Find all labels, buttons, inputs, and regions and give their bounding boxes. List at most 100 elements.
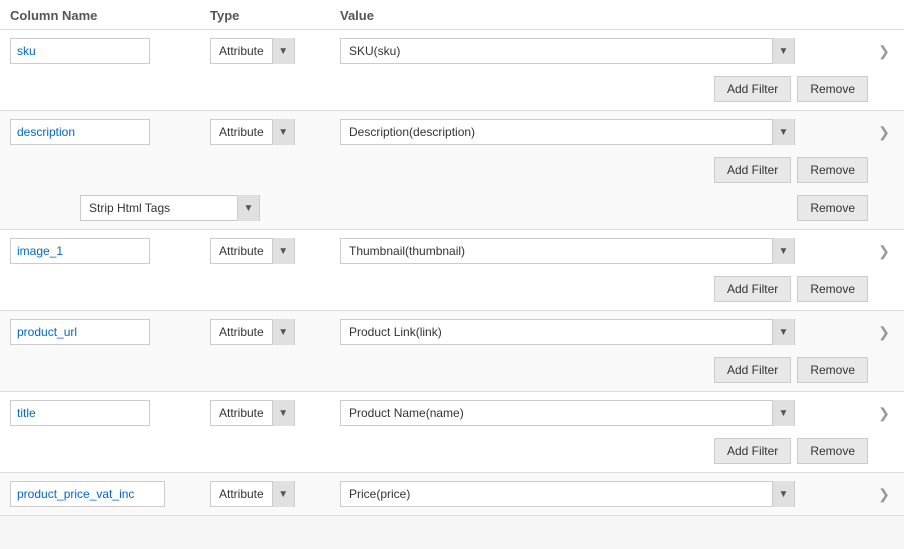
type-select-image1: Attribute ▼ bbox=[210, 238, 295, 264]
main-row-title: Attribute ▼ Product Name(name) ▼ ❯ bbox=[0, 392, 904, 434]
remove-btn-title[interactable]: Remove bbox=[797, 438, 868, 464]
action-row-image1: Add Filter Remove bbox=[0, 272, 904, 310]
value-select-product-url: Product Link(link) ▼ bbox=[340, 319, 795, 345]
row-group-title: Attribute ▼ Product Name(name) ▼ ❯ Add F… bbox=[0, 392, 904, 473]
action-row-sku: Add Filter Remove bbox=[0, 72, 904, 110]
add-filter-btn-sku[interactable]: Add Filter bbox=[714, 76, 791, 102]
sub-type-select-description: Strip Html Tags ▼ bbox=[80, 195, 260, 221]
column-name-input-sku[interactable] bbox=[10, 38, 150, 64]
value-dropdown-btn-sku[interactable]: ▼ bbox=[772, 38, 794, 64]
remove-btn-sku[interactable]: Remove bbox=[797, 76, 868, 102]
chevron-product-url: ❯ bbox=[874, 324, 894, 341]
type-label-sku: Attribute bbox=[211, 44, 272, 58]
type-dropdown-btn-sku[interactable]: ▼ bbox=[272, 38, 294, 64]
type-dropdown-btn-image1[interactable]: ▼ bbox=[272, 238, 294, 264]
value-label-sku: SKU(sku) bbox=[341, 44, 772, 58]
type-select-description: Attribute ▼ bbox=[210, 119, 295, 145]
type-dropdown-btn-description[interactable]: ▼ bbox=[272, 119, 294, 145]
col-value-image1: Thumbnail(thumbnail) ▼ bbox=[340, 238, 874, 264]
expand-icon-image1[interactable]: ❯ bbox=[878, 243, 890, 260]
sub-remove-btn-description[interactable]: Remove bbox=[797, 195, 868, 221]
main-row-description: Attribute ▼ Description(description) ▼ ❯ bbox=[0, 111, 904, 153]
expand-icon-product-url[interactable]: ❯ bbox=[878, 324, 890, 341]
action-row-description: Add Filter Remove bbox=[0, 153, 904, 191]
value-dropdown-btn-description[interactable]: ▼ bbox=[772, 119, 794, 145]
type-label-description: Attribute bbox=[211, 125, 272, 139]
chevron-price: ❯ bbox=[874, 486, 894, 503]
sub-type-dropdown-btn-description[interactable]: ▼ bbox=[237, 195, 259, 221]
value-dropdown-btn-price[interactable]: ▼ bbox=[772, 481, 794, 507]
row-group-product-url: Attribute ▼ Product Link(link) ▼ ❯ Add F… bbox=[0, 311, 904, 392]
type-select-title: Attribute ▼ bbox=[210, 400, 295, 426]
col-type-sku: Attribute ▼ bbox=[210, 38, 340, 64]
value-label-title: Product Name(name) bbox=[341, 406, 772, 420]
type-label-title: Attribute bbox=[211, 406, 272, 420]
expand-icon-description[interactable]: ❯ bbox=[878, 124, 890, 141]
col-value-sku: SKU(sku) ▼ bbox=[340, 38, 874, 64]
expand-icon-price[interactable]: ❯ bbox=[878, 486, 890, 503]
col-name-product-url bbox=[10, 319, 210, 345]
add-filter-btn-description[interactable]: Add Filter bbox=[714, 157, 791, 183]
column-name-input-image1[interactable] bbox=[10, 238, 150, 264]
value-dropdown-btn-image1[interactable]: ▼ bbox=[772, 238, 794, 264]
value-select-description: Description(description) ▼ bbox=[340, 119, 795, 145]
col-name-sku bbox=[10, 38, 210, 64]
main-row-image1: Attribute ▼ Thumbnail(thumbnail) ▼ ❯ bbox=[0, 230, 904, 272]
value-label-product-url: Product Link(link) bbox=[341, 325, 772, 339]
type-label-price: Attribute bbox=[211, 487, 272, 501]
mapping-table: Column Name Type Value Attribute ▼ SKU(s… bbox=[0, 0, 904, 516]
main-row-product-url: Attribute ▼ Product Link(link) ▼ ❯ bbox=[0, 311, 904, 353]
add-filter-btn-title[interactable]: Add Filter bbox=[714, 438, 791, 464]
column-name-input-title[interactable] bbox=[10, 400, 150, 426]
expand-icon-title[interactable]: ❯ bbox=[878, 405, 890, 422]
header-column-type: Type bbox=[210, 8, 340, 23]
type-label-image1: Attribute bbox=[211, 244, 272, 258]
value-select-price: Price(price) ▼ bbox=[340, 481, 795, 507]
row-group-description: Attribute ▼ Description(description) ▼ ❯… bbox=[0, 111, 904, 230]
col-type-title: Attribute ▼ bbox=[210, 400, 340, 426]
col-name-image1 bbox=[10, 238, 210, 264]
main-row-price: Attribute ▼ Price(price) ▼ ❯ bbox=[0, 473, 904, 515]
col-value-price: Price(price) ▼ bbox=[340, 481, 874, 507]
value-label-price: Price(price) bbox=[341, 487, 772, 501]
chevron-description: ❯ bbox=[874, 124, 894, 141]
expand-icon-sku[interactable]: ❯ bbox=[878, 43, 890, 60]
col-type-price: Attribute ▼ bbox=[210, 481, 340, 507]
value-dropdown-btn-title[interactable]: ▼ bbox=[772, 400, 794, 426]
row-group-image1: Attribute ▼ Thumbnail(thumbnail) ▼ ❯ Add… bbox=[0, 230, 904, 311]
col-value-title: Product Name(name) ▼ bbox=[340, 400, 874, 426]
remove-btn-description[interactable]: Remove bbox=[797, 157, 868, 183]
row-group-price: Attribute ▼ Price(price) ▼ ❯ bbox=[0, 473, 904, 516]
header-column-value: Value bbox=[340, 8, 894, 23]
row-group-sku: Attribute ▼ SKU(sku) ▼ ❯ Add Filter Remo… bbox=[0, 30, 904, 111]
column-name-input-description[interactable] bbox=[10, 119, 150, 145]
value-dropdown-btn-product-url[interactable]: ▼ bbox=[772, 319, 794, 345]
column-name-input-product-url[interactable] bbox=[10, 319, 150, 345]
value-label-description: Description(description) bbox=[341, 125, 772, 139]
value-select-image1: Thumbnail(thumbnail) ▼ bbox=[340, 238, 795, 264]
col-type-image1: Attribute ▼ bbox=[210, 238, 340, 264]
add-filter-btn-image1[interactable]: Add Filter bbox=[714, 276, 791, 302]
type-dropdown-btn-product-url[interactable]: ▼ bbox=[272, 319, 294, 345]
col-name-price bbox=[10, 481, 210, 507]
add-filter-btn-product-url[interactable]: Add Filter bbox=[714, 357, 791, 383]
col-value-product-url: Product Link(link) ▼ bbox=[340, 319, 874, 345]
type-dropdown-btn-price[interactable]: ▼ bbox=[272, 481, 294, 507]
col-name-title bbox=[10, 400, 210, 426]
type-select-sku: Attribute ▼ bbox=[210, 38, 295, 64]
column-name-input-price[interactable] bbox=[10, 481, 165, 507]
action-row-title: Add Filter Remove bbox=[0, 434, 904, 472]
type-label-product-url: Attribute bbox=[211, 325, 272, 339]
type-dropdown-btn-title[interactable]: ▼ bbox=[272, 400, 294, 426]
chevron-title: ❯ bbox=[874, 405, 894, 422]
chevron-sku: ❯ bbox=[874, 43, 894, 60]
sub-row-description: Strip Html Tags ▼ Remove bbox=[0, 191, 904, 229]
sub-type-label-description: Strip Html Tags bbox=[81, 201, 237, 215]
col-name-description bbox=[10, 119, 210, 145]
value-label-image1: Thumbnail(thumbnail) bbox=[341, 244, 772, 258]
remove-btn-image1[interactable]: Remove bbox=[797, 276, 868, 302]
table-header: Column Name Type Value bbox=[0, 0, 904, 30]
type-select-product-url: Attribute ▼ bbox=[210, 319, 295, 345]
header-column-name: Column Name bbox=[10, 8, 210, 23]
remove-btn-product-url[interactable]: Remove bbox=[797, 357, 868, 383]
